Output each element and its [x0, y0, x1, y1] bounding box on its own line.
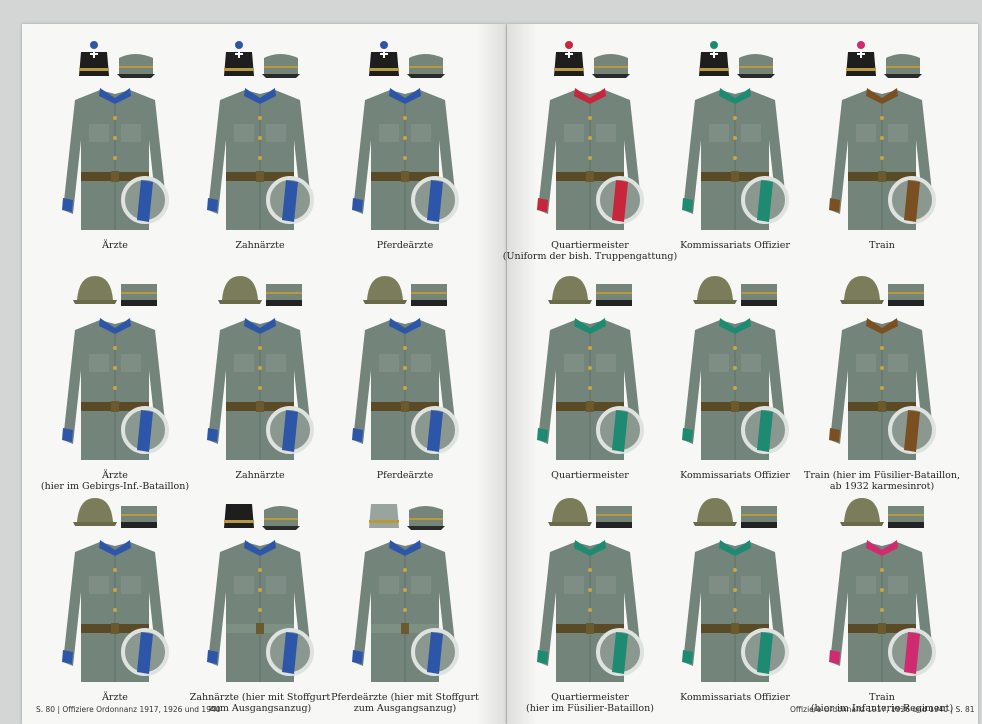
helmet-and-cap-icon	[693, 276, 777, 306]
uniform-figure: Ärzte (hier im Gebirgs-Inf.-Bataillon)	[41, 270, 189, 492]
kepi-and-cap-icon	[846, 41, 922, 78]
uniform-jacket-illustration	[682, 540, 789, 682]
uniform-figure: Kommissariats Offizier	[665, 492, 805, 712]
uniform-jacket-illustration	[829, 318, 936, 460]
uniform-figure: Ärzte	[45, 40, 185, 260]
uniform-figure: Ärzte	[45, 492, 185, 712]
figure-caption: Pferdeärzte	[376, 240, 434, 251]
uniform-jacket-illustration	[829, 540, 936, 682]
uniform-jacket-illustration	[207, 540, 314, 682]
uniform-jacket-illustration	[352, 88, 459, 230]
kepi-and-cap-icon	[224, 504, 300, 530]
figure-caption: Pferdeärzte (hier mit Stoffgurt zum Ausg…	[331, 692, 479, 714]
kepi-and-cap-icon	[79, 41, 155, 78]
uniform-jacket-illustration	[207, 318, 314, 460]
kepi-and-cap-icon	[224, 41, 300, 78]
figure-caption: Pferdeärzte	[376, 470, 434, 481]
helmet-and-cap-icon	[548, 498, 632, 528]
uniform-figure: Quartiermeister	[520, 270, 660, 490]
helmet-and-cap-icon	[840, 498, 924, 528]
uniform-jacket-illustration	[207, 88, 314, 230]
uniform-figure: Kommissariats Offizier	[665, 270, 805, 490]
helmet-and-cap-icon	[73, 498, 157, 528]
kepi-and-cap-icon	[369, 504, 445, 530]
helmet-and-cap-icon	[218, 276, 302, 306]
uniform-figure: Pferdeärzte	[335, 270, 475, 490]
helmet-and-cap-icon	[73, 276, 157, 306]
uniform-jacket-illustration	[682, 88, 789, 230]
uniform-figure: Train (hier im Füsilier-Bataillon, ab 19…	[804, 270, 960, 492]
uniform-figure: Quartiermeister (Uniform der bish. Trupp…	[503, 40, 677, 262]
kepi-and-cap-icon	[699, 41, 775, 78]
uniform-figure: Zahnärzte (hier mit Stoffgurt zum Ausgan…	[190, 492, 330, 714]
uniform-figure: Zahnärzte	[190, 40, 330, 260]
uniform-figure: Train	[812, 40, 952, 260]
kepi-and-cap-icon	[369, 41, 445, 78]
uniform-jacket-illustration	[537, 88, 644, 230]
uniform-figure: Quartiermeister (hier im Füsilier-Batail…	[520, 492, 660, 714]
figure-caption: Train (hier im Füsilier-Bataillon, ab 19…	[803, 470, 960, 492]
uniform-jacket-illustration	[682, 318, 789, 460]
uniform-figure: Pferdeärzte (hier mit Stoffgurt zum Ausg…	[331, 492, 479, 714]
uniform-figure: Train (hier im Infanterie-Regiment)	[811, 492, 953, 714]
uniform-jacket-illustration	[537, 540, 644, 682]
uniform-jacket-illustration	[352, 540, 459, 682]
uniform-figure: Zahnärzte	[190, 270, 330, 490]
figure-caption: Train	[869, 240, 895, 251]
uniform-jacket-illustration	[352, 318, 459, 460]
uniform-jacket-illustration	[62, 318, 169, 460]
uniform-figure: Pferdeärzte	[335, 40, 475, 260]
uniform-jacket-illustration	[829, 88, 936, 230]
helmet-and-cap-icon	[363, 276, 447, 306]
uniform-jacket-illustration	[537, 318, 644, 460]
helmet-and-cap-icon	[693, 498, 777, 528]
uniform-jacket-illustration	[62, 540, 169, 682]
kepi-and-cap-icon	[554, 41, 630, 78]
helmet-and-cap-icon	[548, 276, 632, 306]
helmet-and-cap-icon	[840, 276, 924, 306]
uniform-jacket-illustration	[62, 88, 169, 230]
uniform-figure: Kommissariats Offizier	[665, 40, 805, 260]
